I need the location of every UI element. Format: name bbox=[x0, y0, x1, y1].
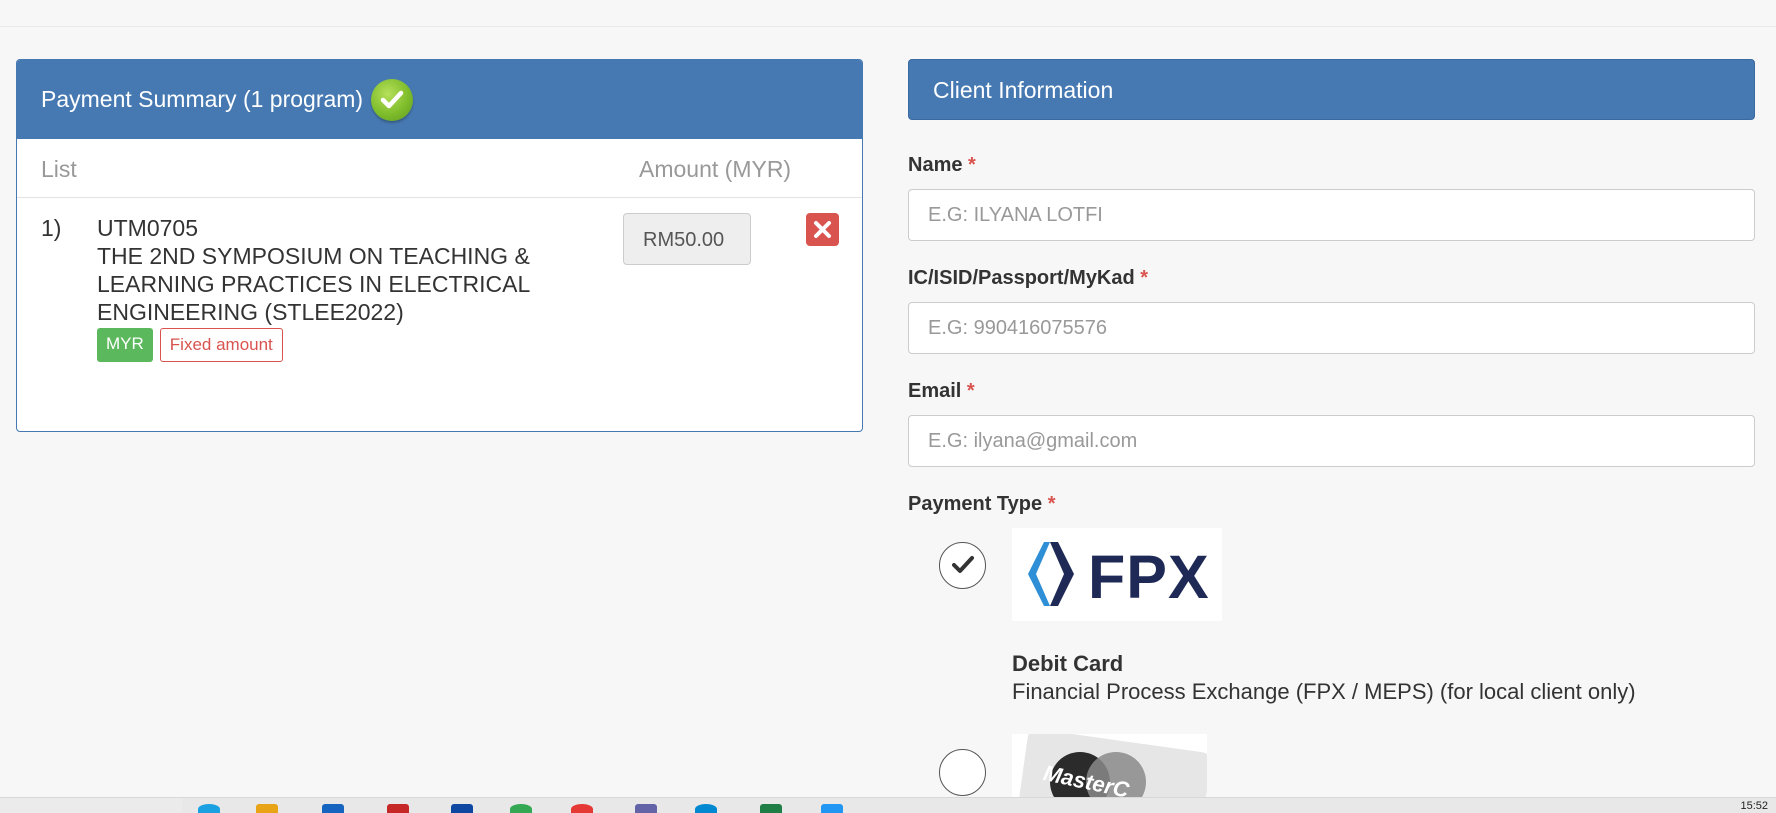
app-icon[interactable] bbox=[821, 804, 843, 813]
mastercard-radio[interactable] bbox=[939, 749, 986, 796]
edge-icon[interactable] bbox=[198, 804, 220, 813]
required-mark: * bbox=[968, 154, 976, 176]
client-information-panel: Client Information Name * IC/ISID/Passpo… bbox=[908, 59, 1755, 798]
program-code: UTM0705 bbox=[97, 215, 198, 241]
fpx-mark-icon bbox=[1028, 542, 1074, 606]
summary-item-row: 1) UTM0705 THE 2ND SYMPOSIUM ON TEACHING… bbox=[17, 198, 862, 362]
skype-icon[interactable] bbox=[695, 804, 717, 813]
payment-summary-header: Payment Summary (1 program) bbox=[17, 60, 862, 139]
teams-icon[interactable] bbox=[635, 804, 657, 813]
opera-icon[interactable] bbox=[571, 804, 593, 813]
email-label: Email * bbox=[908, 380, 975, 402]
item-badges: MYR Fixed amount bbox=[97, 328, 283, 362]
taskbar-search-area bbox=[0, 798, 182, 813]
column-amount: Amount (MYR) bbox=[639, 156, 792, 182]
name-label: Name * bbox=[908, 154, 976, 176]
office-icon[interactable] bbox=[387, 804, 409, 813]
fpx-logo-text: FPX bbox=[1088, 543, 1210, 611]
top-divider bbox=[0, 26, 1776, 27]
name-input[interactable] bbox=[908, 189, 1755, 241]
mastercard-logo: MasterC bbox=[1012, 734, 1207, 798]
chrome-icon[interactable] bbox=[510, 804, 532, 813]
checkmark-icon bbox=[952, 556, 974, 573]
debit-card-title: Debit Card bbox=[1012, 651, 1124, 676]
payment-summary-panel: Payment Summary (1 program) List Amount … bbox=[16, 59, 863, 432]
required-mark: * bbox=[1140, 267, 1149, 289]
taskbar: 15:52 bbox=[0, 797, 1776, 813]
close-icon bbox=[814, 221, 831, 238]
file-explorer-icon[interactable] bbox=[256, 804, 278, 813]
summary-column-headers: List Amount (MYR) bbox=[17, 139, 862, 198]
email-input[interactable] bbox=[908, 415, 1755, 467]
fpx-logo: FPX bbox=[1012, 528, 1222, 621]
mastercard-card-icon: MasterC bbox=[1017, 734, 1207, 798]
client-information-header: Client Information bbox=[908, 59, 1755, 120]
amount-field: RM50.00 bbox=[623, 213, 751, 265]
program-title: THE 2ND SYMPOSIUM ON TEACHING & LEARNING… bbox=[97, 243, 530, 325]
taskbar-clock: 15:52 bbox=[1740, 800, 1768, 812]
debit-card-description: Financial Process Exchange (FPX / MEPS) … bbox=[1012, 679, 1636, 704]
word-icon[interactable] bbox=[451, 804, 473, 813]
client-information-title: Client Information bbox=[933, 77, 1114, 103]
ic-input[interactable] bbox=[908, 302, 1755, 354]
currency-badge: MYR bbox=[97, 328, 153, 362]
ic-label: IC/ISID/Passport/MyKad * bbox=[908, 267, 1149, 289]
payment-type-label: Payment Type * bbox=[908, 493, 1056, 515]
check-circle-icon bbox=[371, 78, 414, 121]
store-icon[interactable] bbox=[322, 804, 344, 813]
fpx-radio[interactable] bbox=[939, 542, 986, 589]
excel-icon[interactable] bbox=[760, 804, 782, 813]
fixed-amount-badge: Fixed amount bbox=[159, 328, 283, 362]
required-mark: * bbox=[966, 380, 975, 402]
remove-item-button[interactable] bbox=[806, 213, 839, 246]
required-mark: * bbox=[1047, 493, 1056, 515]
payment-summary-title: Payment Summary (1 program) bbox=[41, 86, 364, 112]
column-list: List bbox=[41, 156, 77, 182]
item-number: 1) bbox=[41, 215, 62, 241]
